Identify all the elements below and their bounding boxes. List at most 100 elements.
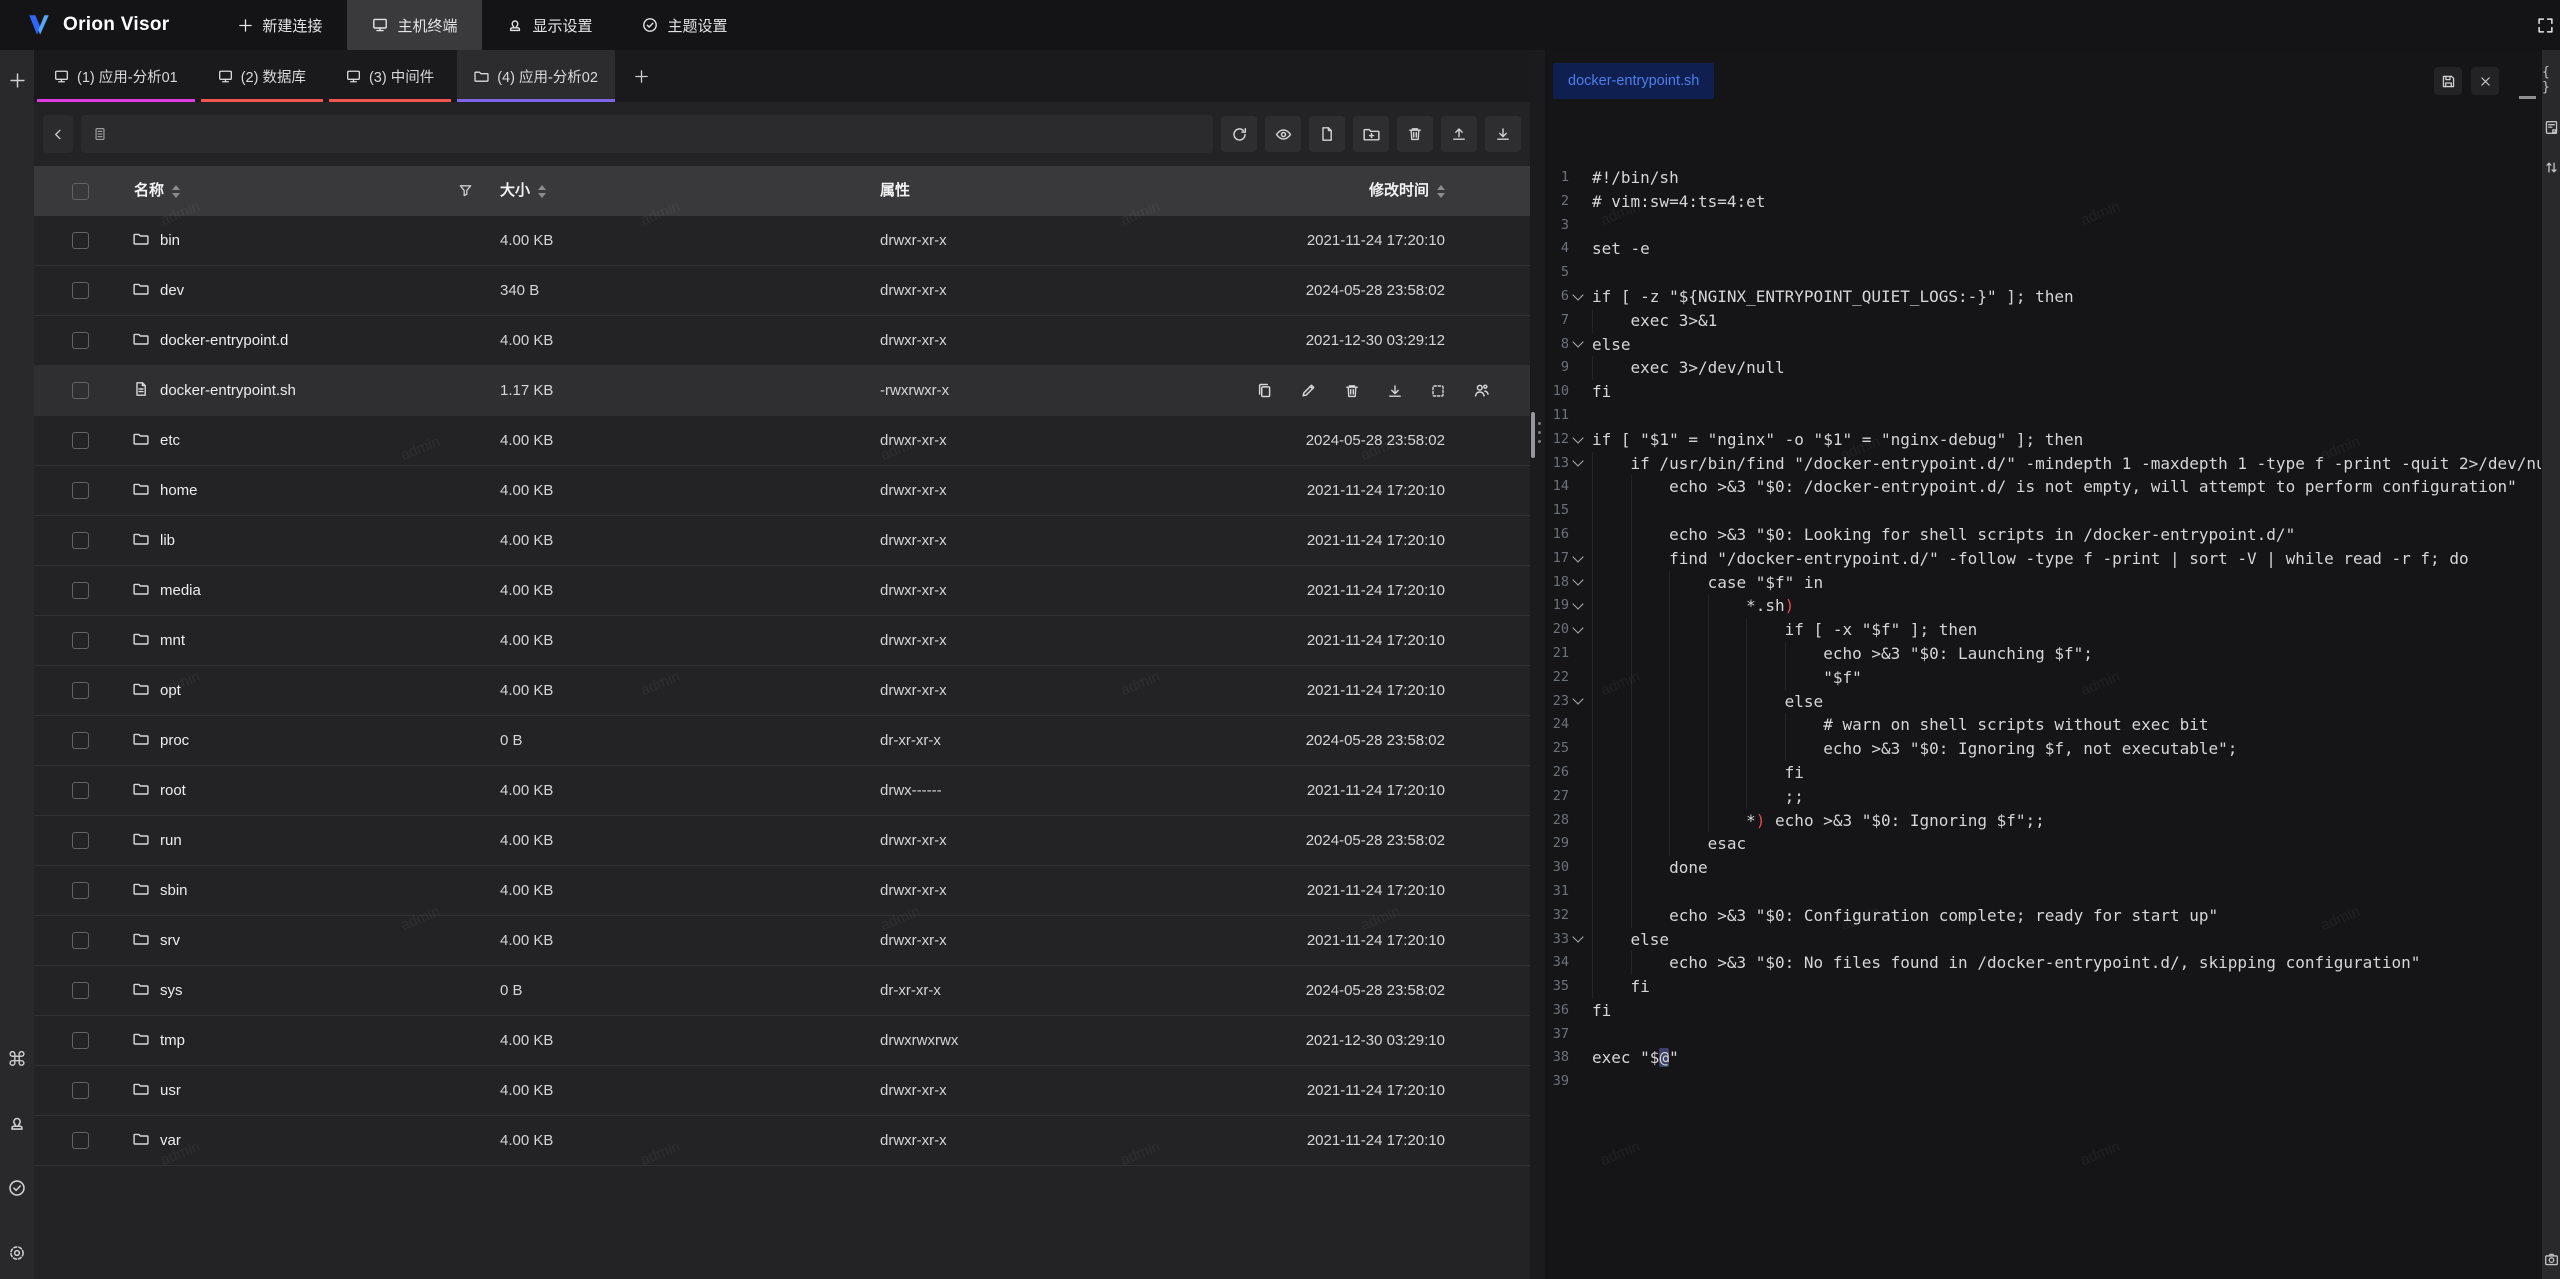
row-checkbox[interactable] [72, 932, 89, 949]
fold-chevron-icon[interactable] [1569, 1070, 1586, 1094]
row-checkbox[interactable] [72, 282, 89, 299]
fold-chevron-icon[interactable] [1569, 809, 1586, 833]
fold-chevron-icon[interactable] [1569, 356, 1586, 380]
fold-chevron-icon[interactable] [1569, 785, 1586, 809]
table-scrollbar-thumb[interactable] [1531, 412, 1535, 458]
row-checkbox[interactable] [72, 332, 89, 349]
row-checkbox[interactable] [72, 832, 89, 849]
row-checkbox[interactable] [72, 532, 89, 549]
screenshot-camera-icon[interactable] [2544, 1252, 2559, 1267]
fold-chevron-icon[interactable] [1569, 880, 1586, 904]
tab-session-4[interactable]: (4) 应用-分析02 [457, 50, 615, 102]
edit-pencil-icon[interactable] [1300, 382, 1317, 399]
tab-session-1[interactable]: (1) 应用-分析01 [37, 50, 195, 102]
back-icon[interactable] [43, 115, 73, 153]
fold-chevron-icon[interactable] [1569, 214, 1586, 238]
fold-chevron-icon[interactable] [1569, 951, 1586, 975]
table-row[interactable]: var 4.00 KB drwxr-xr-x 2021-11-24 17:20:… [34, 1116, 1530, 1166]
copy-icon[interactable] [1256, 382, 1273, 399]
select-all-checkbox[interactable] [72, 183, 89, 200]
delete-trash-icon[interactable] [1397, 116, 1433, 152]
row-checkbox[interactable] [72, 382, 89, 399]
fold-chevron-icon[interactable] [1569, 1046, 1586, 1070]
fold-chevron-icon[interactable] [1569, 309, 1586, 333]
delete-trash-icon[interactable] [1344, 383, 1360, 399]
fold-chevron-icon[interactable] [1569, 452, 1586, 476]
row-checkbox[interactable] [72, 882, 89, 899]
row-checkbox[interactable] [72, 682, 89, 699]
row-checkbox[interactable] [72, 782, 89, 799]
fold-chevron-icon[interactable] [1569, 713, 1586, 737]
doc-bookmark-icon[interactable] [2544, 120, 2559, 135]
table-row[interactable]: sys 0 B dr-xr-xr-x 2024-05-28 23:58:02 [34, 966, 1530, 1016]
fold-chevron-icon[interactable] [1569, 285, 1586, 309]
row-checkbox[interactable] [72, 1082, 89, 1099]
fold-chevron-icon[interactable] [1569, 928, 1586, 952]
fold-chevron-icon[interactable] [1569, 499, 1586, 523]
sort-icon[interactable] [172, 185, 180, 198]
fold-chevron-icon[interactable] [1569, 1023, 1586, 1047]
fold-chevron-icon[interactable] [1569, 380, 1586, 404]
editor-file-tab[interactable]: docker-entrypoint.sh [1553, 63, 1714, 99]
code-editor[interactable]: 1 #!/bin/sh 2 # vim:sw=4:ts=4:et 3 4 set… [1547, 166, 2541, 1279]
fold-chevron-icon[interactable] [1569, 475, 1586, 499]
table-row[interactable]: media 4.00 KB drwxr-xr-x 2021-11-24 17:2… [34, 566, 1530, 616]
editor-scrollbar-thumb[interactable] [2519, 96, 2536, 99]
fold-chevron-icon[interactable] [1569, 428, 1586, 452]
add-icon[interactable] [5, 68, 29, 92]
filter-funnel-icon[interactable] [458, 183, 473, 202]
row-checkbox[interactable] [72, 582, 89, 599]
panel-divider[interactable] [1530, 50, 1545, 1279]
divider-drag-handle[interactable] [1538, 422, 1541, 443]
table-row[interactable]: etc 4.00 KB drwxr-xr-x 2024-05-28 23:58:… [34, 416, 1530, 466]
fullscreen-icon[interactable] [2532, 12, 2558, 38]
table-row[interactable]: usr 4.00 KB drwxr-xr-x 2021-11-24 17:20:… [34, 1066, 1530, 1116]
row-checkbox[interactable] [72, 432, 89, 449]
permissions-users-icon[interactable] [1473, 382, 1490, 399]
fold-chevron-icon[interactable] [1569, 547, 1586, 571]
fold-chevron-icon[interactable] [1569, 904, 1586, 928]
fold-chevron-icon[interactable] [1569, 404, 1586, 428]
table-row[interactable]: run 4.00 KB drwxr-xr-x 2024-05-28 23:58:… [34, 816, 1530, 866]
table-row[interactable]: mnt 4.00 KB drwxr-xr-x 2021-11-24 17:20:… [34, 616, 1530, 666]
table-row[interactable]: tmp 4.00 KB drwxrwxrwx 2021-12-30 03:29:… [34, 1016, 1530, 1066]
display-settings-icon[interactable] [5, 1111, 29, 1135]
row-checkbox[interactable] [72, 482, 89, 499]
row-checkbox[interactable] [72, 732, 89, 749]
fold-chevron-icon[interactable] [1569, 737, 1586, 761]
fold-chevron-icon[interactable] [1569, 261, 1586, 285]
column-header-size[interactable]: 大小 [500, 166, 546, 216]
move-dashed-icon[interactable] [1430, 383, 1446, 399]
preview-eye-icon[interactable] [1265, 116, 1301, 152]
table-row[interactable]: srv 4.00 KB drwxr-xr-x 2021-11-24 17:20:… [34, 916, 1530, 966]
fold-chevron-icon[interactable] [1569, 166, 1586, 190]
table-row[interactable]: root 4.00 KB drwx------ 2021-11-24 17:20… [34, 766, 1530, 816]
fold-chevron-icon[interactable] [1569, 999, 1586, 1023]
table-row[interactable]: docker-entrypoint.d 4.00 KB drwxr-xr-x 2… [34, 316, 1530, 366]
column-header-mtime[interactable]: 修改时间 [1369, 166, 1445, 216]
tab-session-2[interactable]: (2) 数据库 [201, 50, 323, 102]
fold-chevron-icon[interactable] [1569, 642, 1586, 666]
table-row[interactable]: home 4.00 KB drwxr-xr-x 2021-11-24 17:20… [34, 466, 1530, 516]
braces-icon[interactable]: { } [2542, 65, 2560, 95]
download-icon[interactable] [1485, 116, 1521, 152]
sort-updown-icon[interactable] [2544, 160, 2559, 175]
table-row[interactable]: opt 4.00 KB drwxr-xr-x 2021-11-24 17:20:… [34, 666, 1530, 716]
column-header-name[interactable]: 名称 [134, 166, 180, 216]
row-checkbox[interactable] [72, 1032, 89, 1049]
new-tab-icon[interactable] [621, 50, 663, 102]
fold-chevron-icon[interactable] [1569, 690, 1586, 714]
download-icon[interactable] [1387, 383, 1403, 399]
tab-session-3[interactable]: (3) 中间件 [329, 50, 451, 102]
save-icon[interactable] [2434, 67, 2462, 95]
fold-chevron-icon[interactable] [1569, 666, 1586, 690]
fold-chevron-icon[interactable] [1569, 761, 1586, 785]
table-row[interactable]: dev 340 B drwxr-xr-x 2024-05-28 23:58:02 [34, 266, 1530, 316]
theme-palette-icon[interactable] [5, 1176, 29, 1200]
refresh-icon[interactable] [1221, 116, 1257, 152]
new-folder-icon[interactable] [1353, 116, 1389, 152]
fold-chevron-icon[interactable] [1569, 333, 1586, 357]
fold-chevron-icon[interactable] [1569, 237, 1586, 261]
new-file-icon[interactable] [1309, 116, 1345, 152]
menu-theme-settings[interactable]: 主题设置 [617, 0, 752, 50]
